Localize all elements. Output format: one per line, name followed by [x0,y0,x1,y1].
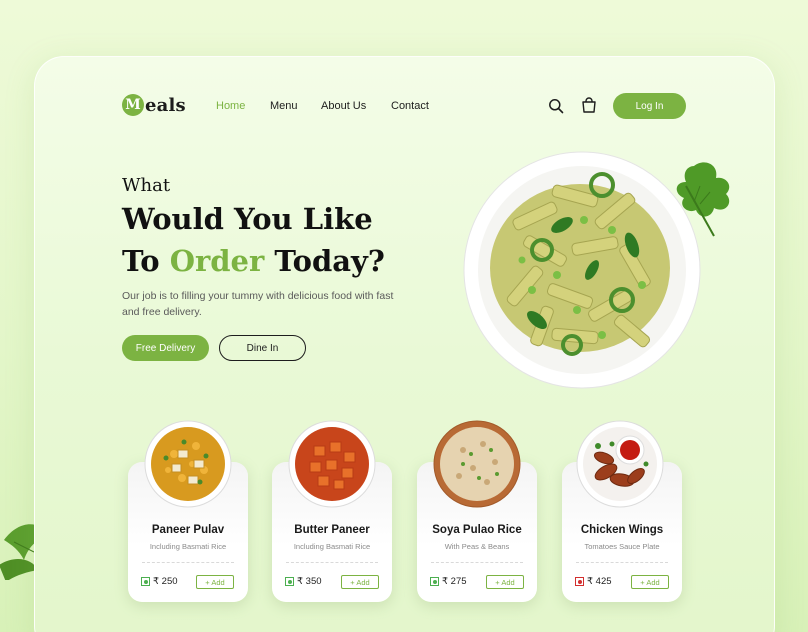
nav-about-us[interactable]: About Us [321,100,366,112]
card-divider [142,562,234,563]
hero-heading-accent: Order [169,244,265,278]
paneer-pulav-bowl-image [144,420,232,508]
card-title: Soya Pulao Rice [432,524,522,536]
hero-heading-line1: Would You Like [122,202,373,236]
shopping-bag-icon[interactable] [580,96,598,114]
card-divider [286,562,378,563]
login-button[interactable]: Log In [613,93,686,119]
soya-pulao-bowl-image [433,420,521,508]
card-price: ₹ 350 [297,576,322,587]
card-price: ₹ 425 [587,576,612,587]
free-delivery-button[interactable]: Free Delivery [122,335,209,361]
parsley-leaf-icon [676,162,730,237]
card-subtitle: Including Basmati Rice [293,542,371,551]
card-title: Butter Paneer [294,524,370,536]
chicken-wings-plate-image [576,420,664,508]
search-icon[interactable] [548,98,564,114]
hero-heading-prefix: To [122,244,170,278]
card-price: ₹ 250 [153,576,178,587]
hero-heading-suffix: Today? [264,244,385,278]
card-divider [431,562,523,563]
add-to-cart-button[interactable]: + Add [341,575,379,589]
nav-home[interactable]: Home [216,100,245,112]
brand-logo[interactable]: M eals [122,94,186,116]
card-subtitle: Tomatoes Sauce Plate [584,542,660,551]
hero-eyebrow: What [122,175,171,196]
add-to-cart-button[interactable]: + Add [631,575,669,589]
card-title: Paneer Pulav [151,524,225,536]
logo-badge: M [122,94,144,116]
card-subtitle: With Peas & Beans [444,542,510,551]
card-title: Chicken Wings [580,524,664,536]
butter-paneer-bowl-image [288,420,376,508]
card-subtitle: Including Basmati Rice [149,542,227,551]
veg-icon [430,577,439,586]
veg-icon [141,577,150,586]
card-divider [576,562,668,563]
add-to-cart-button[interactable]: + Add [486,575,524,589]
non-veg-icon [575,577,584,586]
logo-text: eals [145,94,186,116]
hero-heading-line2: To Order Today? [122,244,385,278]
dine-in-button[interactable]: Dine In [219,335,306,361]
veg-icon [285,577,294,586]
add-to-cart-button[interactable]: + Add [196,575,234,589]
nav-contact[interactable]: Contact [391,100,429,112]
hero-description: Our job is to filling your tummy with de… [122,290,394,318]
nav-menu[interactable]: Menu [270,100,298,112]
card-price: ₹ 275 [442,576,467,587]
